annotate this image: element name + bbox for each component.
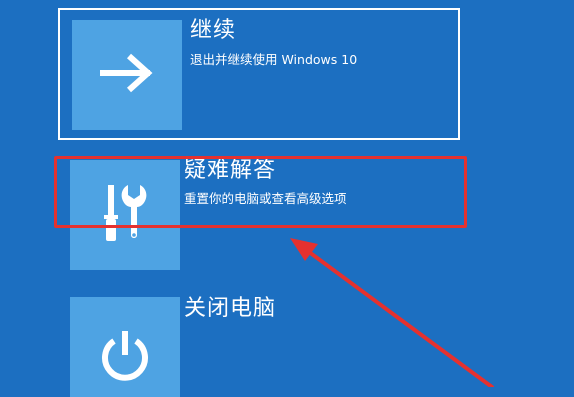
tools-icon (100, 183, 150, 247)
troubleshoot-tile[interactable] (70, 160, 180, 270)
troubleshoot-option[interactable]: 疑难解答 重置你的电脑或查看高级选项 (54, 155, 466, 280)
continue-option[interactable]: 继续 退出并继续使用 Windows 10 (58, 8, 460, 140)
shutdown-title: 关闭电脑 (184, 296, 277, 321)
shutdown-option[interactable]: 关闭电脑 (54, 288, 466, 397)
continue-subtitle: 退出并继续使用 Windows 10 (190, 52, 358, 67)
troubleshoot-title: 疑难解答 (184, 158, 277, 183)
arrow-right-icon (99, 51, 155, 99)
shutdown-tile[interactable] (70, 297, 180, 397)
troubleshoot-subtitle: 重置你的电脑或查看高级选项 (184, 191, 347, 206)
continue-tile[interactable] (72, 20, 182, 130)
continue-title: 继续 (190, 18, 237, 43)
power-icon (96, 327, 154, 389)
